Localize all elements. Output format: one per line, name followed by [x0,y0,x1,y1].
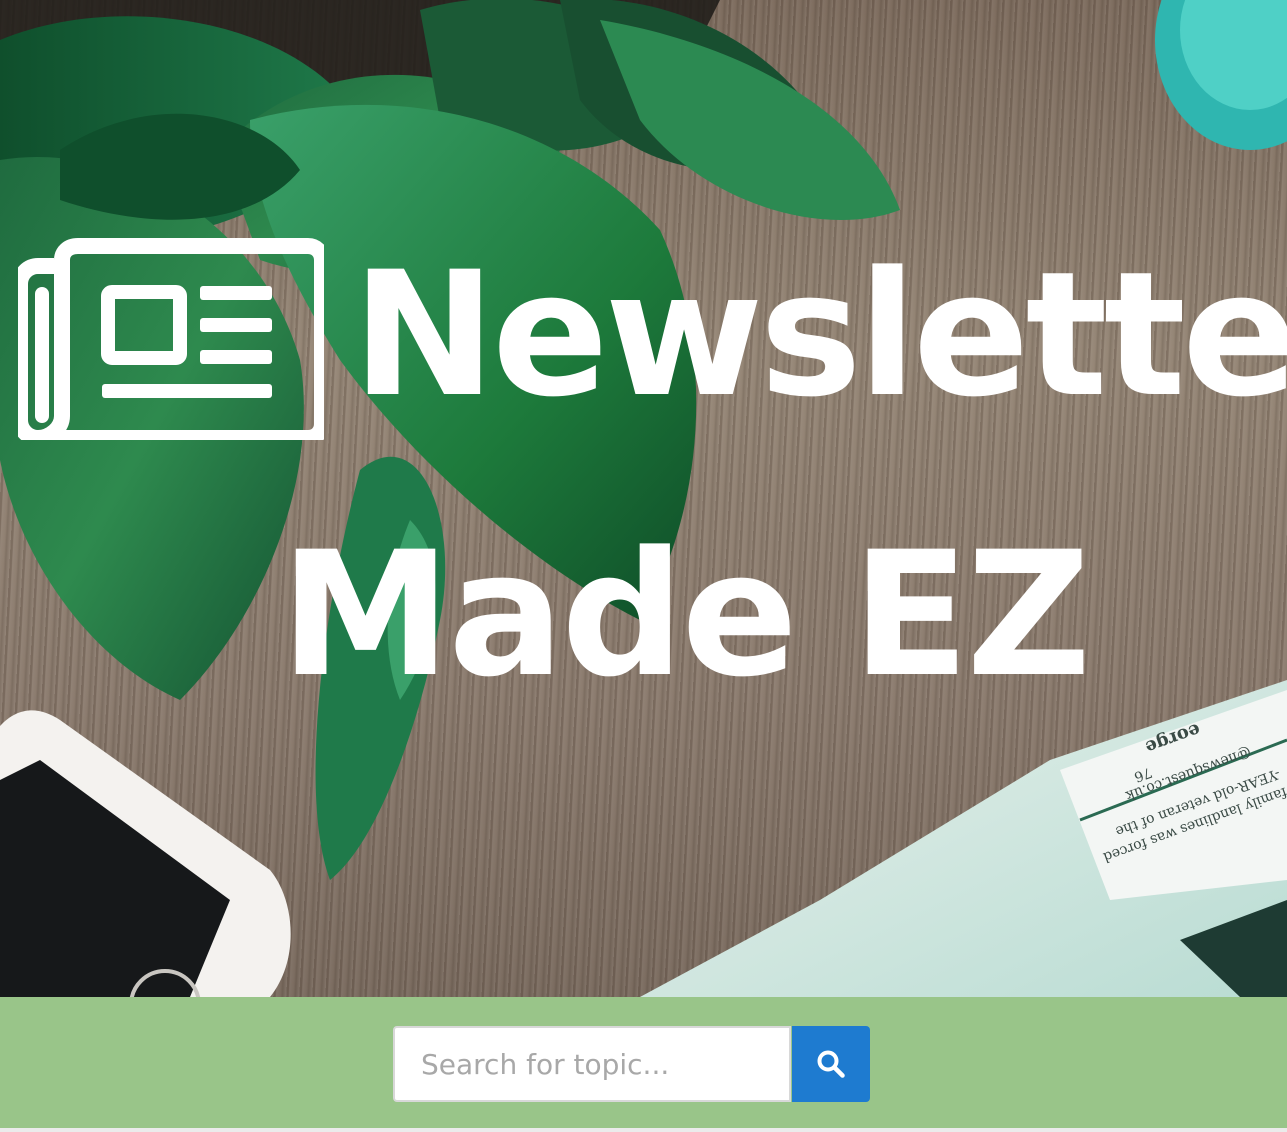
hero-banner: family landlines was forced -YEAR-old ve… [0,0,1287,997]
landing-page: family landlines was forced -YEAR-old ve… [0,0,1287,1132]
search-input[interactable] [393,1026,791,1102]
search-button[interactable] [792,1026,870,1102]
search-bar [0,997,1287,1132]
background-photo: family landlines was forced -YEAR-old ve… [0,0,1287,997]
page-title-line-2: Made EZ [280,514,1091,715]
page-title-line-1: Newsletter [352,234,1287,435]
brand-logo [18,238,324,440]
search-form [393,1026,870,1102]
search-icon [817,1050,845,1078]
newspaper-icon [18,238,324,440]
